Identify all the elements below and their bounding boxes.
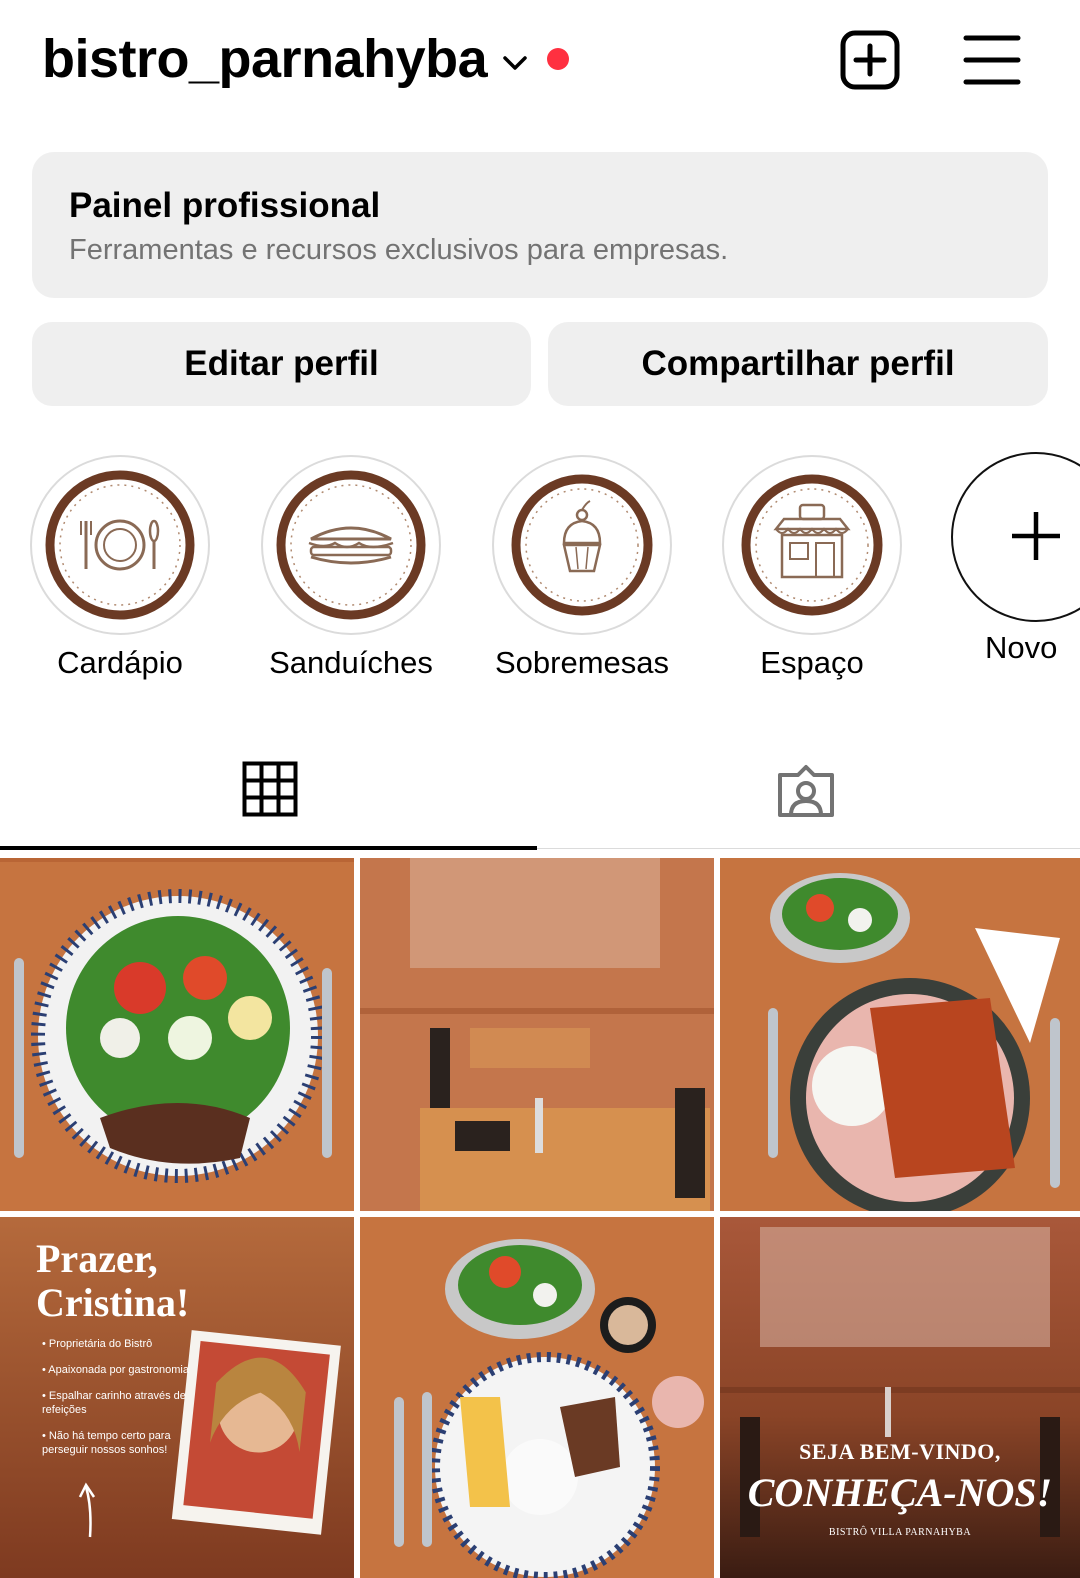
post-steak-fries[interactable] bbox=[360, 1217, 714, 1578]
post-enchiladas[interactable] bbox=[720, 858, 1080, 1211]
chevron-down-icon[interactable] bbox=[500, 48, 530, 78]
post-salad-steak[interactable] bbox=[0, 858, 354, 1211]
highlight-espaco[interactable]: Espaço bbox=[722, 455, 902, 695]
post-image bbox=[720, 1217, 1080, 1578]
post-headline: Prazer, Cristina! bbox=[36, 1237, 189, 1325]
hamburger-menu-icon[interactable] bbox=[962, 30, 1022, 90]
panel-title: Painel profissional bbox=[69, 186, 381, 225]
tab-divider bbox=[537, 848, 1080, 849]
tab-posts-grid[interactable] bbox=[0, 745, 540, 845]
highlight-sobremesas[interactable]: Sobremesas bbox=[492, 455, 672, 695]
highlight-cardapio[interactable]: Cardápio bbox=[30, 455, 210, 695]
welcome-headline: CONHEÇA-NOS! bbox=[747, 1470, 1053, 1515]
headline-line-1: Prazer, bbox=[36, 1236, 158, 1281]
highlight-label: Espaço bbox=[760, 645, 864, 680]
bullet-item: • Espalhar carinho através de refeições bbox=[42, 1390, 186, 1416]
post-image bbox=[360, 858, 714, 1211]
edit-profile-button[interactable]: Editar perfil bbox=[32, 322, 531, 406]
highlight-label: Cardápio bbox=[57, 645, 183, 680]
notification-dot bbox=[547, 48, 569, 70]
new-highlight-label: Novo bbox=[985, 630, 1058, 665]
tab-tagged[interactable] bbox=[540, 745, 1080, 845]
welcome-line: SEJA BEM-VINDO, bbox=[799, 1439, 1001, 1464]
welcome-brand: BISTRÔ VILLA PARNAHYBA bbox=[828, 1527, 972, 1538]
panel-subtitle: Ferramentas e recursos exclusivos para e… bbox=[69, 234, 729, 266]
bullet-item: • Proprietária do Bistrô bbox=[42, 1338, 153, 1350]
tagged-person-icon bbox=[778, 765, 834, 817]
post-dining-room[interactable] bbox=[360, 858, 714, 1211]
post-image bbox=[360, 1217, 714, 1578]
professional-dashboard-card[interactable]: Painel profissional Ferramentas e recurs… bbox=[32, 152, 1048, 298]
post-owner-intro[interactable]: Prazer, Cristina! • Proprietária do Bist… bbox=[0, 1217, 354, 1578]
profile-header: bistro_parnahyba bbox=[0, 0, 1080, 120]
sandwich-icon bbox=[275, 469, 427, 621]
highlight-label: Sobremesas bbox=[494, 645, 670, 680]
highlight-label: Sanduíches bbox=[269, 645, 433, 680]
bullet-item: • Apaixonada por gastronomia bbox=[42, 1364, 189, 1376]
plus-icon bbox=[1012, 512, 1060, 560]
cupcake-icon bbox=[506, 469, 658, 621]
post-image bbox=[0, 858, 354, 1211]
add-square-icon[interactable] bbox=[840, 30, 900, 90]
share-profile-button[interactable]: Compartilhar perfil bbox=[548, 322, 1048, 406]
post-welcome[interactable]: SEJA BEM-VINDO, CONHEÇA-NOS! BISTRÔ VILL… bbox=[720, 1217, 1080, 1578]
account-username[interactable]: bistro_parnahyba bbox=[42, 28, 488, 90]
owner-bullets: • Proprietária do Bistrô • Apaixonada po… bbox=[42, 1337, 192, 1469]
plate-cutlery-icon bbox=[44, 469, 196, 621]
headline-line-2: Cristina! bbox=[36, 1280, 190, 1325]
bullet-item: • Não há tempo certo para perseguir noss… bbox=[42, 1430, 171, 1456]
active-tab-indicator bbox=[0, 846, 537, 850]
post-image bbox=[720, 858, 1080, 1211]
storefront-icon bbox=[736, 469, 888, 621]
highlight-sanduiches[interactable]: Sanduíches bbox=[261, 455, 441, 695]
grid-icon bbox=[242, 761, 298, 817]
